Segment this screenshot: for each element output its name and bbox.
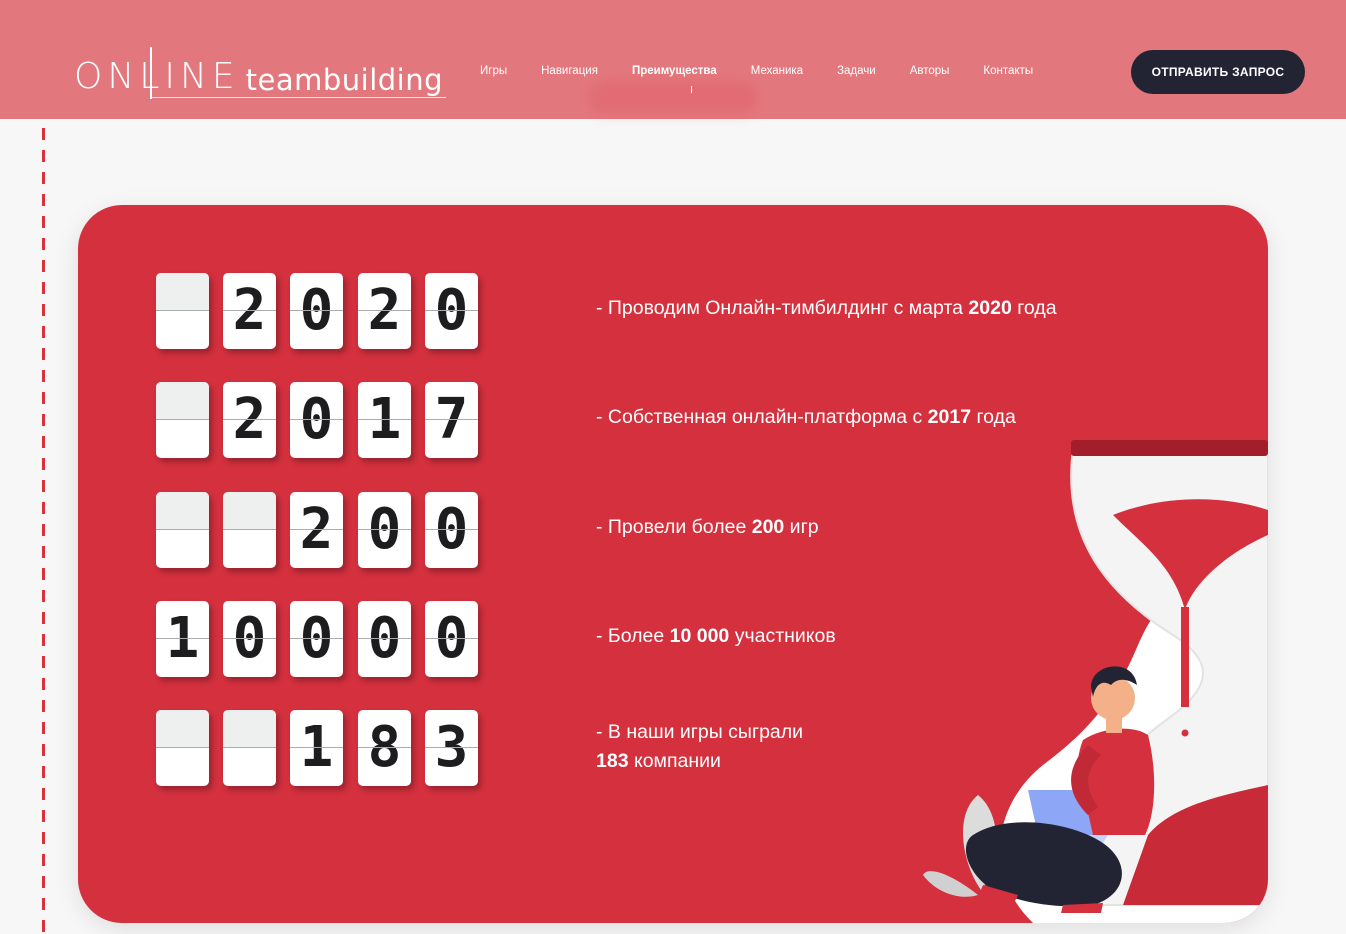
- stat-text-bold: 183: [596, 750, 629, 772]
- stat-text: - Проводим Онлайн-тимбилдинг с марта 202…: [596, 294, 1057, 323]
- active-nav-marker: [691, 86, 692, 93]
- flip-tile: 0: [358, 492, 411, 568]
- flip-digit: [223, 492, 276, 568]
- flip-digit: 0: [299, 606, 334, 671]
- stat-text-prefix: - В наши игры сыграли: [596, 721, 804, 743]
- flip-tile: 1: [156, 601, 209, 677]
- stat-text: - В наши игры сыграли 183 компании: [596, 718, 803, 776]
- flip-digit: 1: [299, 715, 334, 780]
- flip-tile: 2: [290, 492, 343, 568]
- stat-text-suffix: игр: [784, 516, 819, 538]
- nav-item-mechanics[interactable]: Механика: [751, 62, 803, 80]
- nav-highlight-glow: [588, 80, 758, 114]
- stat-text: - Провели более 200 игр: [596, 513, 819, 542]
- stat-text-prefix: - Провели более: [596, 516, 752, 538]
- nav-item-navigation[interactable]: Навигация: [541, 62, 598, 80]
- flip-tile: 2: [358, 273, 411, 349]
- site-header: ONLINE teambuilding Игры Навигация Преим…: [0, 0, 1346, 119]
- flip-digit: 2: [232, 278, 267, 343]
- stat-text: - Более 10 000 участников: [596, 622, 836, 651]
- site-logo[interactable]: ONLINE teambuilding: [74, 50, 443, 100]
- flip-tile: 1: [290, 710, 343, 786]
- flip-tile: 0: [290, 382, 343, 458]
- nav-item-authors[interactable]: Авторы: [910, 62, 950, 80]
- dashed-divider: [42, 128, 45, 934]
- flip-tile: 0: [425, 601, 478, 677]
- stat-text-bold: 2020: [968, 297, 1012, 319]
- flip-tile: 1: [358, 382, 411, 458]
- stat-text-suffix: участников: [729, 625, 836, 647]
- flip-digit: [156, 710, 209, 786]
- flip-tile: 0: [358, 601, 411, 677]
- nav-item-advantages[interactable]: Преимущества: [632, 62, 717, 80]
- stat-text-prefix: - Проводим Онлайн-тимбилдинг с марта: [596, 297, 969, 319]
- flip-digit: 0: [367, 497, 402, 562]
- flip-digit: 1: [165, 606, 200, 671]
- flip-digit: 2: [232, 387, 267, 452]
- flip-digit: 0: [299, 387, 334, 452]
- flip-digit: 8: [367, 715, 402, 780]
- flip-tile: [156, 492, 209, 568]
- flip-digit: 3: [434, 715, 469, 780]
- flip-tile: 0: [290, 273, 343, 349]
- flip-tile: 0: [425, 273, 478, 349]
- flip-digit: 0: [367, 606, 402, 671]
- flip-tile: 8: [358, 710, 411, 786]
- flip-digit: 0: [434, 497, 469, 562]
- flip-tile: 0: [223, 601, 276, 677]
- nav-item-tasks[interactable]: Задачи: [837, 62, 876, 80]
- logo-bar: [150, 47, 152, 99]
- advantages-card: 2 0 2 0 - Проводим Онлайн-тимбилдинг с м…: [78, 205, 1268, 923]
- nav-item-games[interactable]: Игры: [480, 62, 507, 80]
- flip-tile: [223, 492, 276, 568]
- flip-digit: 0: [434, 606, 469, 671]
- flip-digit: 2: [299, 497, 334, 562]
- main-nav: Игры Навигация Преимущества Механика Зад…: [480, 62, 1067, 80]
- flip-digit: [156, 382, 209, 458]
- stat-text-prefix: - Собственная онлайн-платформа с: [596, 406, 928, 428]
- flip-tile: [223, 710, 276, 786]
- flip-tile: 2: [223, 382, 276, 458]
- logo-sub-text: teambuilding: [245, 63, 444, 97]
- nav-item-contacts[interactable]: Контакты: [983, 62, 1033, 80]
- flip-tile: 0: [425, 492, 478, 568]
- flip-tile: [156, 382, 209, 458]
- flip-tile: [156, 710, 209, 786]
- flip-tile: 7: [425, 382, 478, 458]
- flip-digit: 2: [367, 278, 402, 343]
- flip-digit: 0: [299, 278, 334, 343]
- stat-text-suffix: года: [1011, 297, 1057, 319]
- hourglass-person-laptop-illustration: [923, 440, 1268, 923]
- flip-digit: [156, 492, 209, 568]
- flip-digit: 0: [232, 606, 267, 671]
- stat-text-suffix: компании: [628, 750, 721, 772]
- logo-main-text: ONLINE: [74, 56, 240, 97]
- send-request-button[interactable]: ОТПРАВИТЬ ЗАПРОС: [1131, 50, 1305, 94]
- flip-tile: 0: [290, 601, 343, 677]
- flip-digit: 0: [434, 278, 469, 343]
- stat-text-bold: 10 000: [669, 625, 730, 647]
- flip-tile: 3: [425, 710, 478, 786]
- stat-text-bold: 2017: [927, 406, 972, 428]
- flip-tile: 2: [223, 273, 276, 349]
- flip-digit: [156, 273, 209, 349]
- logo-underline: [150, 97, 446, 98]
- stat-text: - Собственная онлайн-платформа с 2017 го…: [596, 403, 1016, 432]
- stat-text-bold: 200: [751, 516, 785, 538]
- stat-text-suffix: года: [971, 406, 1016, 428]
- flip-digit: 7: [434, 387, 469, 452]
- flip-digit: [223, 710, 276, 786]
- stat-text-prefix: - Более: [596, 625, 670, 647]
- flip-tile: [156, 273, 209, 349]
- flip-digit: 1: [367, 387, 402, 452]
